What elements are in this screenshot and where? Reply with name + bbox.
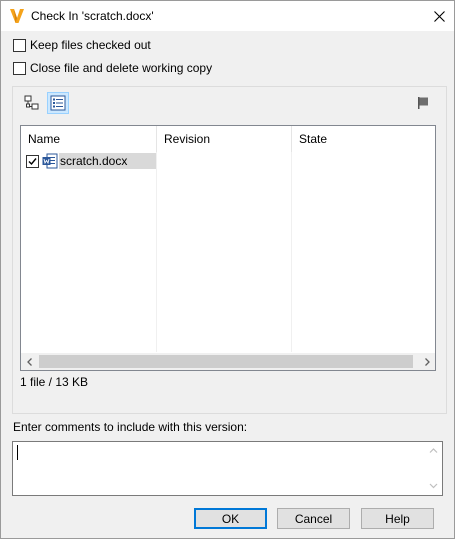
scroll-right-button[interactable] xyxy=(418,353,435,370)
ok-button[interactable]: OK xyxy=(194,508,267,529)
word-document-icon xyxy=(42,153,58,169)
comments-label: Enter comments to include with this vers… xyxy=(13,420,248,434)
list-view-button[interactable] xyxy=(47,92,69,114)
flag-icon xyxy=(418,97,428,109)
scroll-thumb[interactable] xyxy=(39,355,413,368)
title-bar: Check In 'scratch.docx' xyxy=(1,1,454,31)
column-header-name[interactable]: Name xyxy=(21,126,157,152)
tree-view-button[interactable] xyxy=(21,92,43,114)
row-checkbox[interactable] xyxy=(26,155,39,168)
close-icon xyxy=(433,10,445,22)
cancel-button[interactable]: Cancel xyxy=(277,508,350,529)
column-divider xyxy=(156,152,157,352)
column-header-revision[interactable]: Revision xyxy=(157,126,292,152)
flag-button[interactable] xyxy=(415,95,431,111)
check-in-dialog: Check In 'scratch.docx' Keep files check… xyxy=(0,0,455,539)
close-delete-checkbox[interactable] xyxy=(13,61,26,75)
table-row[interactable]: scratch.docx xyxy=(26,153,176,169)
vault-app-icon xyxy=(10,8,24,24)
column-divider xyxy=(291,152,292,352)
keep-checked-out-checkbox[interactable] xyxy=(13,38,26,52)
horizontal-scrollbar[interactable] xyxy=(21,353,435,370)
chevron-up-icon xyxy=(429,448,438,453)
window-title: Check In 'scratch.docx' xyxy=(31,9,154,23)
tree-view-icon xyxy=(24,95,39,110)
vertical-scrollbar[interactable] xyxy=(425,442,442,495)
file-summary: 1 file / 13 KB xyxy=(20,375,89,389)
close-delete-label: Close file and delete working copy xyxy=(30,61,213,75)
close-button[interactable] xyxy=(424,1,454,31)
close-delete-option[interactable]: Close file and delete working copy xyxy=(13,60,212,76)
checkmark-icon xyxy=(28,158,37,166)
scroll-left-button[interactable] xyxy=(21,353,38,370)
comments-field[interactable] xyxy=(12,441,443,496)
column-header-state[interactable]: State xyxy=(292,126,433,152)
text-caret xyxy=(17,445,18,460)
keep-checked-out-label: Keep files checked out xyxy=(30,38,151,52)
chevron-down-icon xyxy=(429,483,438,489)
chevron-left-icon xyxy=(26,357,32,366)
help-button[interactable]: Help xyxy=(361,508,434,529)
file-name: scratch.docx xyxy=(59,153,156,169)
chevron-right-icon xyxy=(424,357,430,366)
file-list[interactable]: Name Revision State scratch.docx xyxy=(20,125,436,371)
list-view-icon xyxy=(50,95,66,111)
keep-checked-out-option[interactable]: Keep files checked out xyxy=(13,37,151,53)
